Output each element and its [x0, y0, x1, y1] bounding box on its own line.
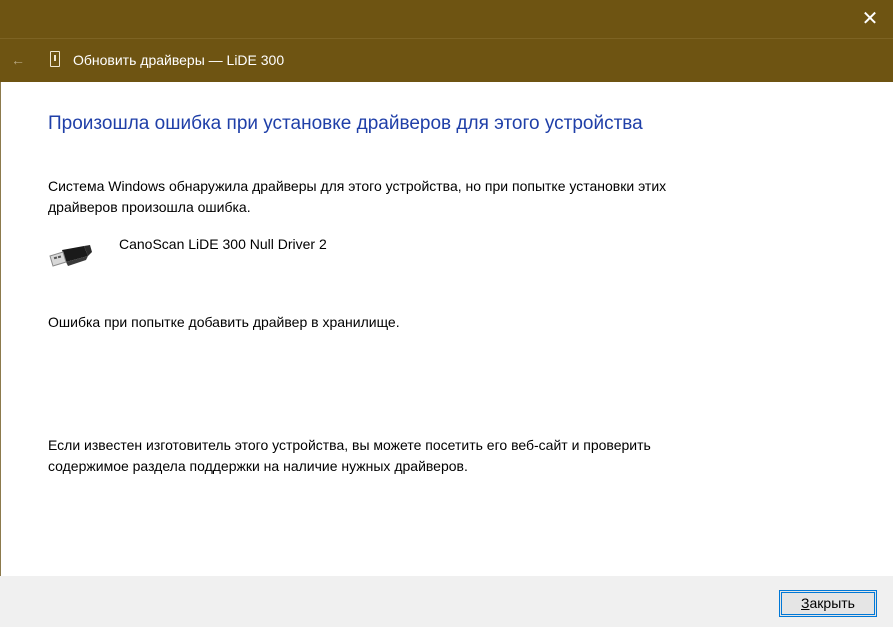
driver-entry: CanoScan LiDE 300 Null Driver 2	[48, 234, 548, 274]
usb-icon	[49, 245, 92, 267]
description-text: Система Windows обнаружила драйверы для …	[48, 178, 667, 215]
device-icon	[50, 51, 60, 67]
driver-name: CanoScan LiDE 300 Null Driver 2	[119, 236, 327, 252]
advice-text: Если известен изготовитель этого устройс…	[48, 437, 651, 474]
back-button[interactable]: ←	[8, 49, 28, 71]
update-drivers-window: ✕ ← Обновить драйверы — LiDE 300 Произош…	[0, 0, 893, 627]
footer-bar	[0, 576, 893, 627]
window-close-button[interactable]: ✕	[847, 0, 893, 38]
close-icon: ✕	[861, 8, 879, 30]
error-message: Ошибка при попытке добавить драйвер в хр…	[48, 314, 400, 330]
close-button-accelerator: З	[801, 595, 810, 611]
close-button[interactable]: Закрыть	[779, 590, 877, 617]
window-left-border	[0, 82, 1, 627]
wizard-title: Обновить драйверы — LiDE 300	[73, 52, 285, 68]
page-heading: Произошла ошибка при установке драйверов…	[48, 113, 643, 134]
title-bar: ✕	[0, 0, 893, 38]
navigation-bar: ← Обновить драйверы — LiDE 300	[0, 38, 893, 82]
close-button-label: акрыть	[809, 595, 855, 611]
back-arrow-icon: ←	[11, 52, 25, 68]
